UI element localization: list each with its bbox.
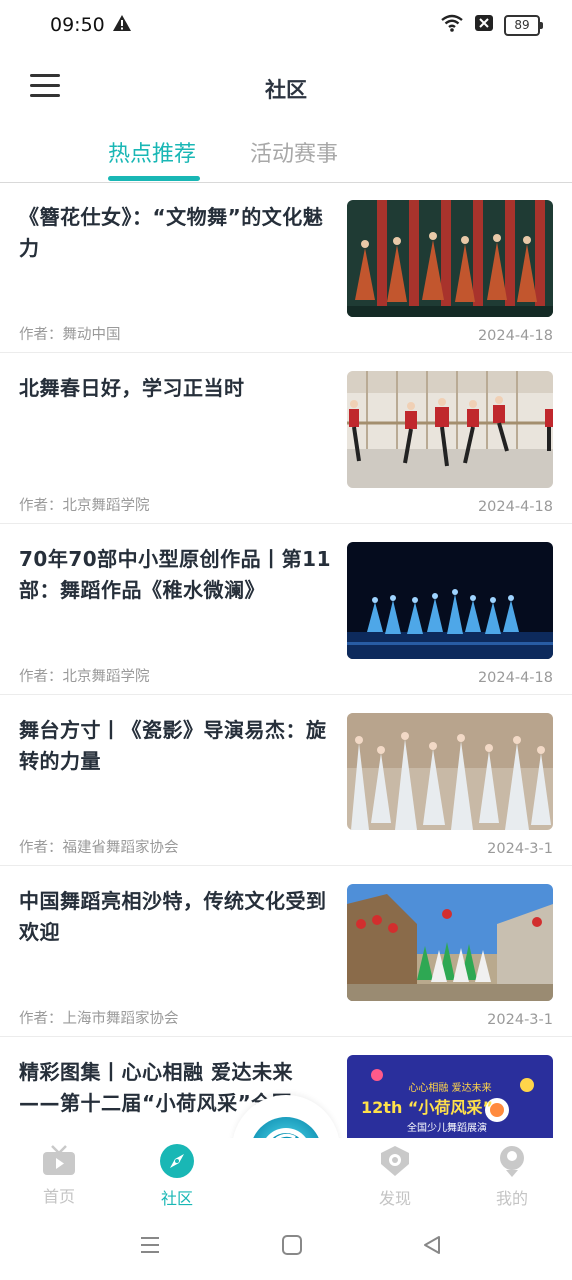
article-date: 2024-3-1 [487,1012,553,1028]
poster-headline: 12th “小荷风采” [361,1098,493,1117]
nav-label: 社区 [160,1189,193,1208]
compass-icon [160,1144,194,1182]
article-author: 作者：北京舞蹈学院 [19,669,150,685]
nav-discover[interactable]: 发现 [355,1144,435,1209]
article-date: 2024-4-18 [477,670,553,686]
wifi-icon [440,14,464,36]
poster-subtitle: 全国少儿舞蹈展演 [407,1121,487,1134]
nav-profile[interactable]: 我的 [472,1144,552,1209]
app-header: 社区 [0,52,572,126]
article-card[interactable]: 中国舞蹈亮相沙特，传统文化受到欢迎 作者：上海市舞蹈家协会 2024-3-1 [0,866,572,1037]
article-card[interactable]: 北舞春日好，学习正当时 作者：北京舞蹈学院 2024-4-18 [0,353,572,524]
nav-label: 发现 [378,1189,411,1208]
article-thumbnail [347,371,553,488]
recent-apps-icon[interactable] [139,1234,161,1260]
active-tab-indicator [108,176,200,181]
article-title: 中国舞蹈亮相沙特，传统文化受到欢迎 [19,889,327,944]
tab-bar: 热点推荐 活动赛事 [0,126,572,183]
article-title: 《簪花仕女》：“文物舞”的文化魅力 [19,205,324,260]
sim-off-icon [474,14,494,36]
back-button-icon[interactable] [421,1234,443,1260]
tv-icon [42,1145,76,1180]
discover-icon [378,1146,412,1182]
article-card[interactable]: 70年70部中小型原创作品丨第11部：舞蹈作品《稚水微澜》 作者：北京舞蹈学院 … [0,524,572,695]
article-thumbnail [347,542,553,659]
article-date: 2024-4-18 [477,499,553,515]
article-date: 2024-4-18 [477,328,553,344]
article-title: 北舞春日好，学习正当时 [19,376,245,400]
article-date: 2024-3-1 [487,841,553,857]
article-feed[interactable]: 《簪花仕女》：“文物舞”的文化魅力 作者：舞动中国 2024-4-18 北舞春日… [0,182,572,1138]
system-nav-bar [0,1218,572,1280]
poster-line1: 心心相融 爱达未来 [408,1081,491,1094]
article-author: 作者：福建省舞蹈家协会 [19,840,179,856]
article-thumbnail [347,200,553,317]
status-time: 09:50 [50,14,105,36]
article-thumbnail: 心心相融 爱达未来 12th “小荷风采” 全国少儿舞蹈展演 [347,1055,553,1138]
article-card[interactable]: 《簪花仕女》：“文物舞”的文化魅力 作者：舞动中国 2024-4-18 [0,182,572,353]
tab-events[interactable]: 活动赛事 [250,136,338,168]
article-title: 70年70部中小型原创作品丨第11部：舞蹈作品《稚水微澜》 [19,547,331,602]
battery-indicator: 89 [504,14,543,36]
nav-label: 首页 [42,1187,75,1206]
bottom-nav: 首页 社区 发现 我的 [0,1138,572,1218]
warning-icon [112,14,132,36]
status-bar: 09:50 89 [0,0,572,52]
article-author: 作者：北京舞蹈学院 [19,498,150,514]
nav-label: 我的 [495,1189,528,1208]
article-thumbnail [347,713,553,830]
tab-hot-recommend[interactable]: 热点推荐 [108,136,196,168]
article-author: 作者：舞动中国 [19,327,121,343]
home-button-icon[interactable] [281,1234,303,1260]
article-author: 作者：上海市舞蹈家协会 [19,1011,179,1027]
nav-home[interactable]: 首页 [19,1144,99,1207]
article-thumbnail [347,884,553,1001]
article-card[interactable]: 舞台方寸丨《瓷影》导演易杰：旋转的力量 作者：福建省舞蹈家协会 2024-3-1 [0,695,572,866]
page-title: 社区 [265,78,307,102]
article-title: 舞台方寸丨《瓷影》导演易杰：旋转的力量 [19,718,327,773]
profile-icon [495,1146,529,1182]
nav-community[interactable]: 社区 [137,1144,217,1209]
